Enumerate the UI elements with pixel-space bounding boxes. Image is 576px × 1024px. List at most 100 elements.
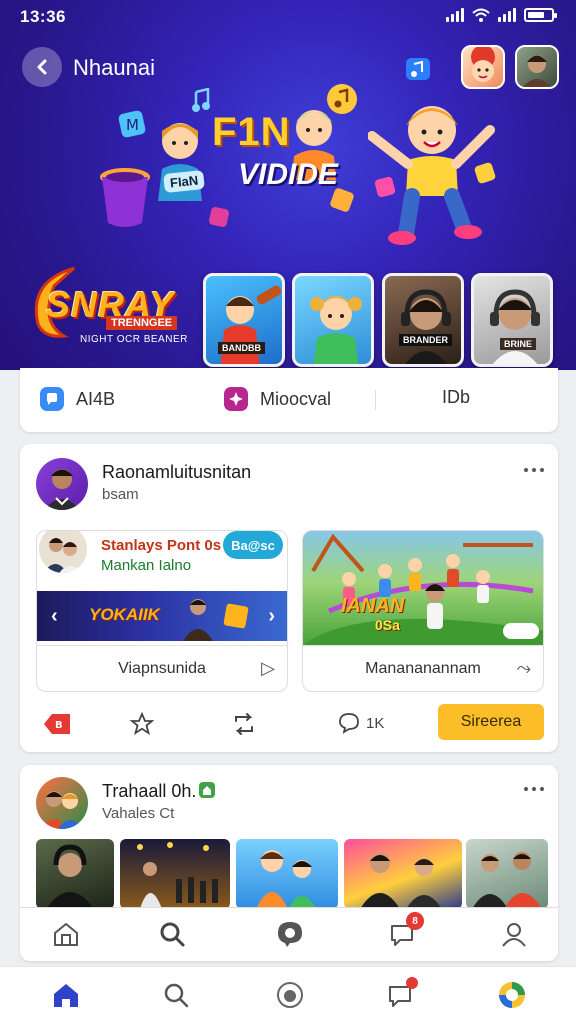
music-tile-icon: M <box>118 110 146 138</box>
shape-tile4-icon <box>474 162 496 184</box>
post-author[interactable]: Raonamluitusnitan <box>102 462 251 483</box>
more-options-icon[interactable] <box>524 787 544 791</box>
nav-explore[interactable] <box>274 979 306 1011</box>
share-arrow-icon[interactable]: ⤳ <box>517 658 531 679</box>
shared-footer-right-label: Manananannam <box>365 659 481 677</box>
shared-subtitle: Mankan Ialno <box>101 557 192 574</box>
chevron-right-icon[interactable]: › <box>268 605 275 628</box>
inner-nav-home[interactable] <box>50 918 82 950</box>
shape-tile3-icon <box>209 207 229 227</box>
home-icon <box>54 984 78 1007</box>
post-card-1[interactable]: Raonamluitusnitan bsam Stanlays Pont 0s … <box>20 444 558 752</box>
verified-icon <box>199 782 215 798</box>
more-options-icon[interactable] <box>524 468 544 472</box>
back-button[interactable] <box>22 47 62 87</box>
post-subtitle-2: Vahales Ct <box>102 805 175 822</box>
svg-text:B: B <box>55 720 63 731</box>
brand-badge: TRENNGEE <box>106 316 178 330</box>
person-banner-icon <box>183 599 213 641</box>
hero-thumbnail-4[interactable]: BRINE <box>471 273 553 367</box>
image-gallery[interactable] <box>36 839 548 909</box>
inner-nav-search[interactable] <box>156 918 188 950</box>
shared-badge[interactable]: Ba@sc <box>223 531 283 559</box>
shared-post-right[interactable]: IANAN 0Sa Manananannam ⤳ <box>302 530 544 692</box>
brand-logo[interactable]: SNRAY TRENNGEE NIGHT OCR BEANER <box>24 262 194 348</box>
nav-search[interactable] <box>160 979 192 1011</box>
cartoon-kids-gallery-icon <box>256 850 316 909</box>
notification-badge: 8 <box>406 912 424 930</box>
avatar[interactable] <box>36 458 88 510</box>
person-avatar-icon <box>44 469 80 510</box>
search-icon <box>164 983 189 1008</box>
banner-text: YOKAIIK <box>89 605 160 624</box>
person-headphones2-icon <box>490 289 540 364</box>
hero-banner[interactable]: 13:36 Nhaunai M F1N VIDIDE FIaN SNRAY TR… <box>0 0 576 370</box>
avatar[interactable] <box>36 777 88 829</box>
repost-icon <box>235 713 253 735</box>
two-men-gallery-icon <box>472 852 542 909</box>
person-headphones-gallery-icon <box>46 844 94 909</box>
nav-messages[interactable] <box>384 977 418 1011</box>
tab-ai[interactable]: AI4B <box>40 387 115 411</box>
tab-mioocval[interactable]: Mioocval <box>224 387 331 411</box>
tag-icon: B <box>44 714 70 734</box>
reply-count: 1K <box>366 714 385 732</box>
tab-divider <box>375 390 376 410</box>
wifi-icon <box>472 8 490 22</box>
repost-button[interactable] <box>232 712 256 736</box>
gallery-image-2[interactable] <box>120 839 230 909</box>
status-bar: 13:36 <box>0 0 576 32</box>
page-title: Nhaunai <box>73 55 155 80</box>
carousel-banner[interactable]: ‹ YOKAIIK › <box>37 591 287 641</box>
play-arrow-icon[interactable]: ▷ <box>261 658 275 679</box>
music-note-icon <box>192 88 210 112</box>
brand-tagline: NIGHT OCR BEANER <box>80 334 188 345</box>
status-time: 13:36 <box>20 7 66 26</box>
nav-profile[interactable] <box>496 979 528 1011</box>
thumbnail-caption-4: BRINE <box>500 338 537 350</box>
stage-crowd-icon <box>137 842 218 909</box>
inner-nav-messages[interactable]: 8 <box>386 912 424 950</box>
shared-avatar <box>39 531 87 573</box>
thumbnail-caption-1: BANDBB <box>218 342 265 354</box>
bottom-nav <box>0 966 576 1024</box>
gallery-image-3[interactable] <box>236 839 338 909</box>
nav-home[interactable] <box>50 979 82 1011</box>
inner-nav-profile[interactable] <box>498 918 530 950</box>
cartoon-girl-thumb-icon <box>310 296 362 364</box>
thumbnail-caption-3: BRANDER <box>399 334 452 346</box>
cup-icon <box>100 168 150 227</box>
gallery-image-5[interactable] <box>466 839 548 909</box>
avatar-user[interactable] <box>515 45 559 89</box>
home-outline-icon <box>54 923 78 946</box>
chevron-left-icon[interactable]: ‹ <box>51 605 58 628</box>
gallery-image-1[interactable] <box>36 839 114 909</box>
post-subtitle: bsam <box>102 486 139 503</box>
svg-text:M: M <box>126 116 139 134</box>
favorite-button[interactable] <box>130 712 154 736</box>
people-gallery-icon <box>360 853 442 909</box>
explore-icon <box>277 982 303 1008</box>
tab-label-ai: AI4B <box>76 388 116 409</box>
cartoon-face-icon <box>471 47 495 82</box>
create-bubble-icon <box>278 922 302 947</box>
chevron-left-icon <box>37 59 47 75</box>
hero-headline: F1N <box>212 110 291 154</box>
tab-idb[interactable]: IDb <box>442 387 470 408</box>
avatar-cartoon[interactable] <box>461 45 505 89</box>
gallery-image-4[interactable] <box>344 839 462 909</box>
person-face-icon <box>523 55 551 87</box>
reply-button[interactable]: 1K <box>338 712 384 734</box>
shared-footer[interactable]: Viapnsunida ▷ <box>37 645 287 691</box>
package-icon <box>223 603 249 629</box>
like-button[interactable]: B <box>42 712 72 736</box>
inner-nav-create[interactable] <box>274 918 306 950</box>
shared-post-left[interactable]: Stanlays Pont 0s Mankan Ialno Ba@sc ‹ YO… <box>36 530 288 692</box>
hero-thumbnail-2[interactable] <box>292 273 374 367</box>
subscribe-button[interactable]: Sireerea <box>438 704 544 740</box>
hero-thumbnail-3[interactable]: BRANDER <box>382 273 464 367</box>
group-avatar-icon <box>40 791 84 829</box>
post-author-2[interactable]: Trahaall 0h. <box>102 781 196 802</box>
shared-footer-right[interactable]: Manananannam ⤳ <box>303 645 543 691</box>
hero-thumbnail-1[interactable]: BANDBB <box>203 273 285 367</box>
